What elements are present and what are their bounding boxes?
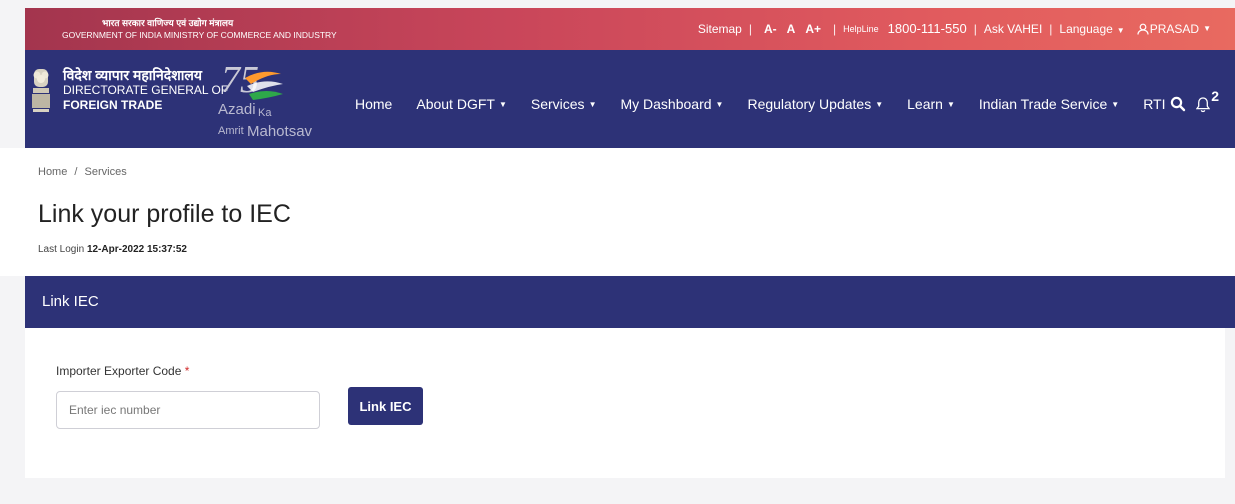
caret-down-icon: ▼: [1203, 24, 1211, 33]
link-iec-button[interactable]: Link IEC: [348, 387, 423, 425]
ask-vahei-link[interactable]: Ask VAHEI: [984, 22, 1042, 36]
language-dropdown[interactable]: Language ▼: [1059, 22, 1124, 36]
caret-down-icon: ▼: [715, 99, 724, 109]
dgft-logo-text[interactable]: विदेश व्यापार महानिदेशालय DIRECTORATE GE…: [63, 68, 228, 113]
font-increase-button[interactable]: A+: [805, 22, 821, 36]
nav-home-label: Home: [355, 96, 393, 112]
caret-down-icon: ▼: [1116, 25, 1125, 35]
breadcrumb-home[interactable]: Home: [38, 166, 67, 178]
top-bar: भारत सरकार वाणिज्य एवं उद्योग मंत्रालय G…: [25, 8, 1235, 50]
caret-down-icon: ▼: [588, 99, 597, 109]
page-header: Home / Services Link your profile to IEC…: [0, 148, 1235, 276]
caret-down-icon: ▼: [946, 99, 955, 109]
helpline-label: HelpLine: [843, 23, 879, 34]
org-name-hindi: विदेश व्यापार महानिदेशालय: [63, 67, 203, 83]
national-emblem-icon: [32, 69, 50, 112]
nav-my-dashboard[interactable]: My Dashboard ▼: [620, 96, 723, 112]
font-decrease-button[interactable]: A-: [764, 22, 777, 36]
aka-mahotsav: Mahotsav: [247, 123, 313, 140]
nav-learn[interactable]: Learn ▼: [907, 96, 955, 112]
notifications-button[interactable]: 2: [1196, 88, 1219, 114]
user-icon: [1137, 23, 1149, 35]
nav-rti[interactable]: RTI: [1143, 96, 1165, 112]
divider: |: [748, 21, 752, 36]
breadcrumb-separator: /: [74, 166, 78, 178]
iec-label-text: Importer Exporter Code: [56, 364, 182, 378]
divider: |: [833, 21, 837, 36]
user-name: PRASAD: [1149, 21, 1200, 36]
aka-ka: Ka: [258, 107, 272, 119]
nav-services-label: Services: [530, 96, 585, 112]
last-login: Last Login 12-Apr-2022 15:37:52: [38, 244, 187, 255]
helpline-number[interactable]: 1800-111-550: [888, 21, 967, 36]
nav-actions: 2: [1170, 88, 1219, 114]
font-normal-button[interactable]: A: [787, 22, 796, 36]
sitemap-link[interactable]: Sitemap: [698, 22, 742, 36]
divider: |: [973, 21, 977, 36]
nav-rti-label: RTI: [1143, 96, 1166, 112]
iec-field-label: Importer Exporter Code *: [56, 364, 189, 378]
notification-count: 2: [1211, 88, 1219, 104]
main-navbar: विदेश व्यापार महानिदेशालय DIRECTORATE GE…: [25, 50, 1235, 148]
nav-regulatory-label: Regulatory Updates: [747, 96, 872, 112]
user-menu[interactable]: PRASAD ▼: [1137, 22, 1211, 36]
link-iec-panel-header: Link IEC: [25, 276, 1235, 328]
azadi-ka-amrit-mahotsav-logo: 75 Azadi Ka Amrit Mahotsav: [218, 59, 313, 140]
panel-title: Link IEC: [42, 293, 99, 310]
caret-down-icon: ▼: [498, 99, 507, 109]
nav-its-label: Indian Trade Service: [978, 96, 1108, 112]
nav-dashboard-label: My Dashboard: [620, 96, 712, 112]
nav-learn-label: Learn: [907, 96, 943, 112]
caret-down-icon: ▼: [1111, 99, 1120, 109]
page-title: Link your profile to IEC: [38, 200, 291, 228]
language-label: Language: [1059, 21, 1113, 36]
org-name-line1: DIRECTORATE GENERAL OF: [63, 83, 229, 97]
nav-indian-trade-service[interactable]: Indian Trade Service ▼: [979, 96, 1119, 112]
aka-azadi: Azadi: [218, 101, 256, 118]
utility-links: Sitemap | A- A A+ | HelpLine 1800-111-55…: [698, 21, 1211, 36]
divider: |: [1049, 21, 1053, 36]
primary-nav: Home About DGFT ▼ Services ▼ My Dashboard ▼…: [355, 96, 1190, 112]
search-icon[interactable]: [1170, 96, 1186, 112]
breadcrumb: Home / Services: [38, 166, 127, 178]
aka-amrit: Amrit: [218, 125, 244, 137]
bell-icon: [1196, 97, 1211, 113]
breadcrumb-current: Services: [84, 166, 127, 178]
nav-services[interactable]: Services ▼: [531, 96, 597, 112]
government-english: GOVERNMENT OF INDIA MINISTRY OF COMMERCE…: [62, 30, 337, 40]
nav-regulatory-updates[interactable]: Regulatory Updates ▼: [747, 96, 883, 112]
last-login-label: Last Login: [38, 244, 85, 255]
government-hindi: भारत सरकार वाणिज्य एवं उद्योग मंत्रालय: [102, 18, 234, 28]
nav-about-dgft[interactable]: About DGFT ▼: [416, 96, 507, 112]
iec-number-input[interactable]: [56, 391, 320, 429]
link-iec-form: Importer Exporter Code * Link IEC: [25, 328, 1225, 478]
government-label: भारत सरकार वाणिज्य एवं उद्योग मंत्रालय G…: [62, 17, 337, 41]
nav-home[interactable]: Home: [355, 96, 392, 112]
required-marker: *: [184, 364, 190, 378]
org-name-line2: FOREIGN TRADE: [63, 98, 163, 112]
caret-down-icon: ▼: [875, 99, 884, 109]
last-login-value: 12-Apr-2022 15:37:52: [86, 244, 187, 255]
nav-about-label: About DGFT: [416, 96, 495, 112]
